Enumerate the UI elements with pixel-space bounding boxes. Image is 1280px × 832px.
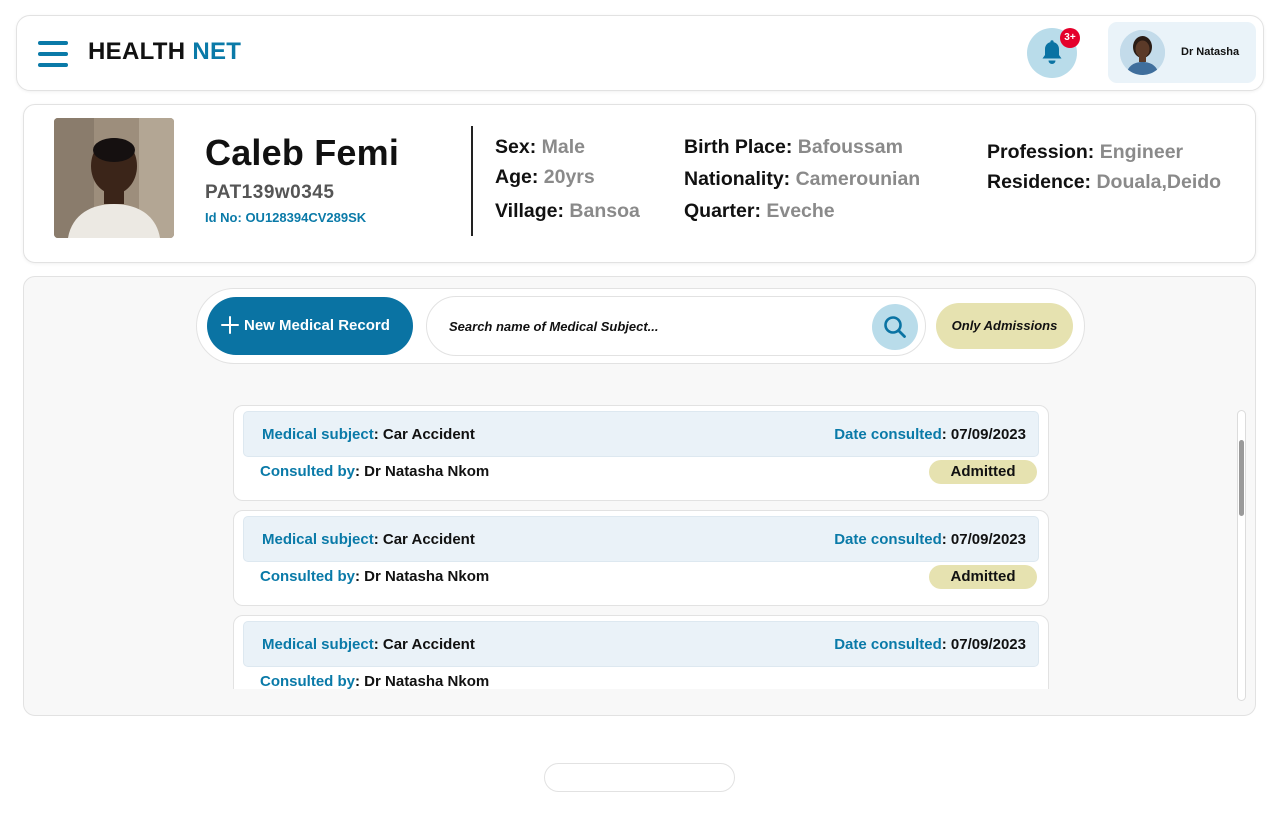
patient-code: PAT139w0345 (205, 182, 335, 203)
field-nationality-label: Nationality: (684, 168, 796, 190)
record-item[interactable]: Medical subject: Car Accident Date consu… (233, 405, 1049, 501)
patient-id-value: OU128394CV289SK (245, 210, 367, 225)
record-consulted-by: Consulted by: Dr Natasha Nkom (260, 568, 489, 585)
notification-count-badge: 3+ (1060, 28, 1080, 48)
record-consulted-by: Consulted by: Dr Natasha Nkom (260, 463, 489, 480)
scrollbar-thumb[interactable] (1239, 440, 1244, 516)
field-sex-label: Sex: (495, 136, 542, 158)
records-toolbar: New Medical Record Only Admissions (196, 288, 1085, 364)
field-village-value: Bansoa (569, 200, 640, 222)
field-birth-place-value: Bafoussam (797, 136, 903, 158)
field-profession-label: Profession: (987, 141, 1100, 163)
plus-icon (221, 316, 239, 334)
record-header: Medical subject: Car Accident Date consu… (243, 411, 1039, 457)
brand-part-1: HEALTH (88, 38, 186, 65)
brand-logo: HEALTH NET (88, 38, 241, 66)
record-consulted-label: Consulted by (260, 463, 356, 480)
top-bar: HEALTH NET 3+ Dr Natasha (16, 15, 1264, 91)
record-date: Date consulted: 07/09/2023 (834, 636, 1026, 653)
record-date-label: Date consulted (834, 531, 942, 548)
record-date-value: : 07/09/2023 (941, 426, 1026, 443)
new-medical-record-button[interactable]: New Medical Record (207, 297, 413, 355)
field-age-value: 20yrs (543, 166, 595, 188)
search-icon (884, 316, 906, 338)
record-subject: Medical subject: Car Accident (262, 636, 475, 653)
record-item[interactable]: Medical subject: Car Accident Date consu… (233, 510, 1049, 606)
status-badge: Admitted (929, 565, 1037, 589)
patient-name: Caleb Femi (205, 132, 400, 173)
record-consulted-by: Consulted by: Dr Natasha Nkom (260, 673, 489, 689)
medical-records-panel: New Medical Record Only Admissions Medic… (23, 276, 1256, 716)
record-subject-value: : Car Accident (373, 636, 475, 653)
field-age-label: Age: (495, 166, 544, 188)
field-birth-place-label: Birth Place: (684, 136, 798, 158)
records-scrollbar[interactable] (1237, 410, 1246, 701)
field-profession-value: Engineer (1099, 141, 1184, 163)
user-profile-button[interactable]: Dr Natasha (1108, 22, 1256, 83)
field-quarter-value: Eveche (766, 200, 835, 222)
field-quarter: Quarter: Eveche (684, 200, 835, 223)
patient-id-label: Id No: (205, 210, 246, 225)
field-nationality: Nationality: Camerounian (684, 168, 920, 191)
vertical-divider (471, 126, 473, 236)
field-residence-value: Douala,Deido (1096, 171, 1222, 193)
record-consulted-value: : Dr Natasha Nkom (355, 463, 490, 480)
record-subject-value: : Car Accident (373, 531, 475, 548)
record-subject: Medical subject: Car Accident (262, 426, 475, 443)
field-residence-label: Residence: (987, 171, 1097, 193)
field-birth-place: Birth Place: Bafoussam (684, 136, 903, 159)
search-input[interactable] (449, 312, 859, 340)
field-age: Age: 20yrs (495, 166, 595, 189)
brand-part-2: NET (192, 38, 242, 65)
only-admissions-filter[interactable]: Only Admissions (936, 303, 1073, 349)
record-item[interactable]: Medical subject: Car Accident Date consu… (233, 615, 1049, 689)
field-village-label: Village: (495, 200, 570, 222)
field-sex-value: Male (541, 136, 585, 158)
hamburger-icon[interactable] (38, 40, 68, 68)
record-consulted-value: : Dr Natasha Nkom (355, 673, 490, 689)
record-date-value: : 07/09/2023 (941, 636, 1026, 653)
record-date-label: Date consulted (834, 636, 942, 653)
patient-info-card: Caleb Femi PAT139w0345 Id No: OU128394CV… (23, 104, 1256, 263)
field-nationality-value: Camerounian (795, 168, 921, 190)
record-subject-value: : Car Accident (373, 426, 475, 443)
field-village: Village: Bansoa (495, 200, 640, 223)
field-profession: Profession: Engineer (987, 141, 1183, 164)
field-quarter-label: Quarter: (684, 200, 767, 222)
record-subject-label: Medical subject (262, 636, 374, 653)
search-button[interactable] (872, 304, 918, 350)
field-residence: Residence: Douala,Deido (987, 171, 1221, 194)
patient-photo (54, 118, 174, 238)
patient-id: Id No: OU128394CV289SK (205, 210, 366, 225)
new-medical-record-label: New Medical Record (244, 317, 390, 334)
record-consulted-label: Consulted by (260, 673, 356, 689)
status-badge: Admitted (929, 460, 1037, 484)
record-date-value: : 07/09/2023 (941, 531, 1026, 548)
bottom-pill (544, 763, 735, 792)
bell-icon (1042, 40, 1062, 64)
record-subject-label: Medical subject (262, 531, 374, 548)
records-list[interactable]: Medical subject: Car Accident Date consu… (231, 403, 1051, 689)
user-name: Dr Natasha (1181, 46, 1240, 58)
record-subject-label: Medical subject (262, 426, 374, 443)
record-date: Date consulted: 07/09/2023 (834, 426, 1026, 443)
field-sex: Sex: Male (495, 136, 585, 159)
record-header: Medical subject: Car Accident Date consu… (243, 621, 1039, 667)
record-subject: Medical subject: Car Accident (262, 531, 475, 548)
record-consulted-value: : Dr Natasha Nkom (355, 568, 490, 585)
record-header: Medical subject: Car Accident Date consu… (243, 516, 1039, 562)
user-avatar (1120, 30, 1165, 75)
record-date-label: Date consulted (834, 426, 942, 443)
record-date: Date consulted: 07/09/2023 (834, 531, 1026, 548)
search-box (426, 296, 926, 356)
record-consulted-label: Consulted by (260, 568, 356, 585)
